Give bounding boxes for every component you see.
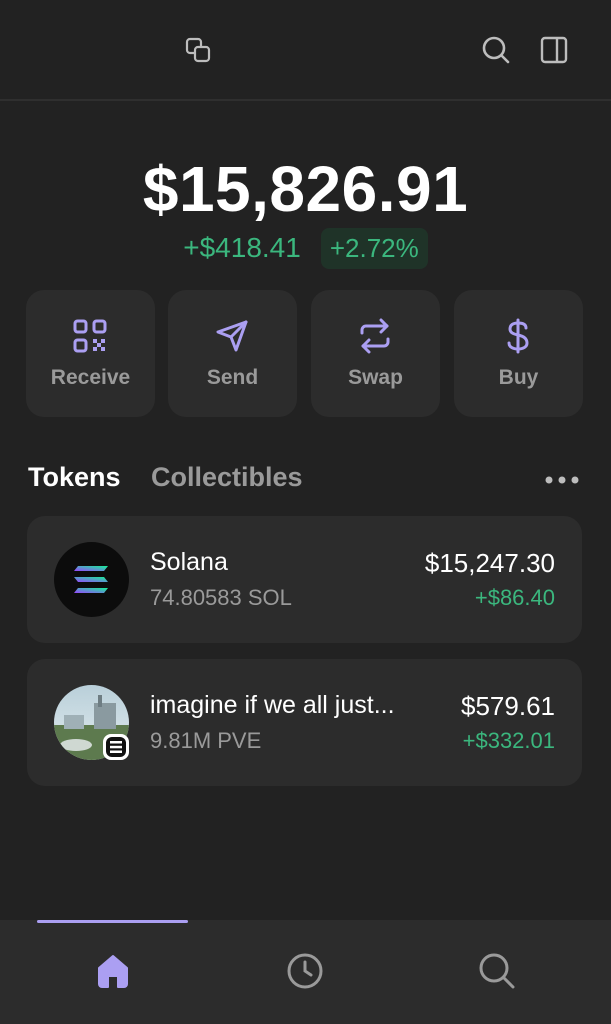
history-icon [287,953,323,989]
receive-label: Receive [50,366,131,389]
home-icon [98,955,128,988]
balance-change-percent-badge: +2.72% [320,227,428,269]
token-amount: 9.81M PVE [150,728,262,753]
nav-home[interactable] [52,920,172,1024]
tab-collectibles[interactable]: Collectibles [151,462,303,493]
token-row-pve[interactable]: imagine if we all just... 9.81M PVE $579… [27,659,582,786]
token-row-solana[interactable]: Solana 74.80583 SOL $15,247.30 +$86.40 [27,516,582,643]
search-icon[interactable] [481,35,511,65]
token-name: Solana [150,548,228,576]
pve-token-logo-icon [54,685,129,760]
nav-history[interactable] [244,920,364,1024]
receive-button[interactable]: Receive [26,290,155,417]
balance-change-row: +$418.41 +2.72% [0,226,611,270]
balance-change-value: +$418.41 [183,232,301,263]
action-buttons: Receive Send Swap Buy [26,290,583,418]
send-label: Send [206,366,259,389]
tab-tokens[interactable]: Tokens [28,462,121,493]
token-value: $579.61 [461,691,555,721]
swap-label: Swap [348,366,403,389]
token-value: $15,247.30 [424,548,555,578]
search-icon [479,953,515,989]
send-icon [216,320,248,352]
bottom-navigation [0,920,611,1024]
dollar-icon [507,318,529,354]
token-change: +$86.40 [474,585,555,610]
token-change: +$332.01 [462,728,555,753]
swap-icon [360,318,390,354]
top-bar [0,0,611,101]
copy-icon[interactable] [184,36,212,64]
send-button[interactable]: Send [168,290,297,417]
swap-button[interactable]: Swap [311,290,440,417]
qr-code-icon [73,319,107,353]
buy-button[interactable]: Buy [454,290,583,417]
token-name: imagine if we all just... [150,691,395,719]
nav-search[interactable] [436,920,556,1024]
more-options-icon[interactable] [543,471,581,489]
sidebar-toggle-icon[interactable] [540,36,568,64]
solana-logo-icon [54,542,129,617]
token-amount: 74.80583 SOL [150,585,292,610]
total-balance: $15,826.91 [142,153,469,225]
buy-label: Buy [498,366,539,389]
